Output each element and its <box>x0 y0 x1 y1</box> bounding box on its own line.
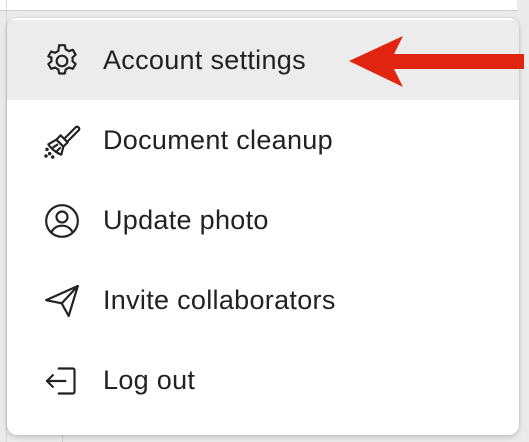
paper-plane-icon <box>41 280 83 322</box>
user-circle-icon <box>41 200 83 242</box>
menu-item-label: Update photo <box>103 205 269 235</box>
menu-item-document-cleanup[interactable]: Document cleanup <box>7 100 519 180</box>
annotation-arrow <box>349 36 524 87</box>
menu-item-log-out[interactable]: Log out <box>7 340 519 420</box>
logout-icon <box>41 360 83 402</box>
menu-item-invite-collaborators[interactable]: Invite collaborators <box>7 260 519 340</box>
menu-item-label: Invite collaborators <box>103 285 336 315</box>
menu-item-label: Document cleanup <box>103 125 333 155</box>
background-panel <box>0 0 517 11</box>
gear-icon <box>41 40 83 82</box>
menu-item-label: Log out <box>103 365 196 395</box>
menu-item-update-photo[interactable]: Update photo <box>7 180 519 260</box>
broom-icon <box>41 120 83 162</box>
menu-item-label: Account settings <box>103 45 306 75</box>
